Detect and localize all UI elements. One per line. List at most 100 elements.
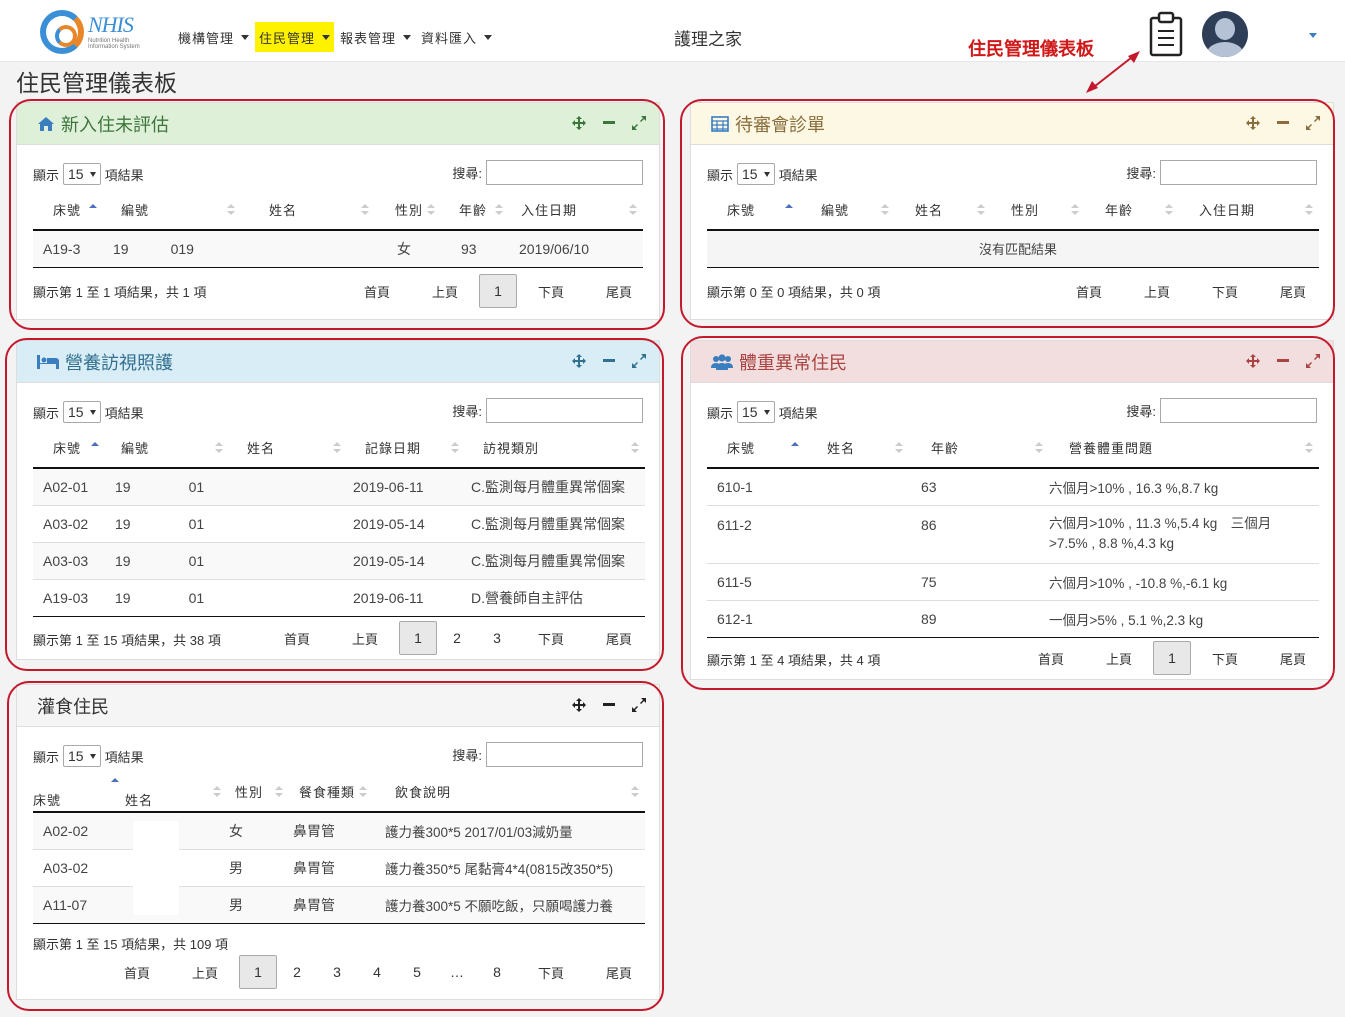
- page-prev[interactable]: 上頁: [1095, 641, 1143, 675]
- page-next[interactable]: 下頁: [527, 955, 575, 989]
- page-3[interactable]: 3: [477, 621, 517, 655]
- minimize-icon[interactable]: [1275, 353, 1291, 369]
- col-header-admit-date[interactable]: 入住日期: [1179, 190, 1319, 231]
- page-8[interactable]: 8: [477, 955, 517, 989]
- nhis-logo[interactable]: NHIS Nutrition Health Information System: [40, 10, 150, 56]
- table-row[interactable]: A02-02 女鼻胃管 護力養300*5 2017/01/03減奶量: [33, 812, 645, 850]
- expand-icon[interactable]: [1305, 353, 1321, 369]
- col-header-gender[interactable]: 性別: [991, 190, 1085, 231]
- minimize-icon[interactable]: [1275, 115, 1291, 131]
- col-header-bed[interactable]: 床號: [707, 428, 807, 469]
- user-menu-caret-icon[interactable]: [1309, 33, 1317, 38]
- col-header-age[interactable]: 年齡: [909, 428, 1049, 469]
- user-avatar[interactable]: [1202, 11, 1248, 57]
- table-row[interactable]: A11-07 男鼻胃管 護力養300*5 不願吃飯，只願喝護力養: [33, 886, 645, 924]
- page-first[interactable]: 首頁: [113, 955, 161, 989]
- table-row[interactable]: A03-02 19 01 2019-05-14 C.監測每月體重異常個案: [33, 505, 645, 543]
- col-header-bed[interactable]: 床號: [33, 428, 103, 469]
- page-last[interactable]: 尾頁: [1269, 274, 1317, 308]
- col-header-name[interactable]: 姓名: [807, 428, 909, 469]
- page-length-select[interactable]: 15: [63, 401, 101, 423]
- col-header-visit-type[interactable]: 訪視類別: [465, 428, 645, 469]
- page-length-select[interactable]: 15: [63, 163, 101, 185]
- page-first[interactable]: 首頁: [353, 274, 401, 308]
- page-prev[interactable]: 上頁: [341, 621, 389, 655]
- page-next[interactable]: 下頁: [1201, 274, 1249, 308]
- col-header-bed[interactable]: 床號: [707, 190, 801, 231]
- minimize-icon[interactable]: [601, 353, 617, 369]
- col-header-name[interactable]: 姓名: [229, 428, 347, 469]
- page-current[interactable]: 1: [478, 274, 517, 308]
- col-header-age[interactable]: 年齡: [441, 190, 509, 231]
- col-header-id[interactable]: 編號: [101, 190, 241, 231]
- page-length-select[interactable]: 15: [737, 163, 775, 185]
- page-next[interactable]: 下頁: [1201, 641, 1249, 675]
- search-input[interactable]: [486, 742, 643, 767]
- expand-icon[interactable]: [631, 697, 647, 713]
- page-2[interactable]: 2: [437, 621, 477, 655]
- page-current[interactable]: 1: [1152, 641, 1191, 675]
- col-header-name[interactable]: 姓名: [123, 772, 227, 813]
- col-header-gender[interactable]: 性別: [375, 190, 441, 231]
- page-prev[interactable]: 上頁: [1133, 274, 1181, 308]
- move-icon[interactable]: [571, 353, 587, 369]
- search-input[interactable]: [486, 398, 643, 423]
- page-next[interactable]: 下頁: [527, 274, 575, 308]
- expand-icon[interactable]: [631, 115, 647, 131]
- search-input[interactable]: [486, 160, 643, 185]
- table-row[interactable]: 610-1 63 六個月>10% , 16.3 %,8.7 kg: [707, 468, 1319, 506]
- move-icon[interactable]: [571, 697, 587, 713]
- clipboard-icon[interactable]: [1148, 11, 1184, 57]
- col-header-meal-type[interactable]: 餐食種類: [289, 772, 373, 813]
- col-header-name[interactable]: 姓名: [895, 190, 991, 231]
- search-input[interactable]: [1160, 398, 1317, 423]
- nav-institution-management[interactable]: 機構管理: [174, 22, 253, 52]
- page-current[interactable]: 1: [238, 955, 277, 989]
- page-prev[interactable]: 上頁: [181, 955, 229, 989]
- page-last[interactable]: 尾頁: [595, 274, 643, 308]
- col-header-weight-issue[interactable]: 營養體重問題: [1049, 428, 1319, 469]
- minimize-icon[interactable]: [601, 697, 617, 713]
- page-length-select[interactable]: 15: [63, 745, 101, 767]
- move-icon[interactable]: [571, 115, 587, 131]
- table-row[interactable]: 611-2 86 六個月>10% , 11.3 %,5.4 kg 三個月>7.5% …: [707, 505, 1319, 564]
- page-next[interactable]: 下頁: [527, 621, 575, 655]
- page-prev[interactable]: 上頁: [421, 274, 469, 308]
- table-row[interactable]: A03-03 19 01 2019-05-14 C.監測每月體重異常個案: [33, 542, 645, 580]
- minimize-icon[interactable]: [601, 115, 617, 131]
- page-first[interactable]: 首頁: [1027, 641, 1075, 675]
- search-input[interactable]: [1160, 160, 1317, 185]
- move-icon[interactable]: [1245, 353, 1261, 369]
- col-header-id[interactable]: 編號: [103, 428, 229, 469]
- page-length-select[interactable]: 15: [737, 401, 775, 423]
- page-last[interactable]: 尾頁: [595, 955, 643, 989]
- expand-icon[interactable]: [631, 353, 647, 369]
- table-row[interactable]: A19-3 19 019 女 93 2019/06/10: [33, 230, 643, 268]
- table-row[interactable]: A19-03 19 01 2019-06-11 D.營養師自主評估: [33, 579, 645, 617]
- col-header-bed[interactable]: 床號: [33, 190, 101, 231]
- page-last[interactable]: 尾頁: [1269, 641, 1317, 675]
- page-last[interactable]: 尾頁: [595, 621, 643, 655]
- nav-data-import[interactable]: 資料匯入: [417, 22, 496, 52]
- col-header-id[interactable]: 編號: [801, 190, 895, 231]
- page-first[interactable]: 首頁: [1065, 274, 1113, 308]
- col-header-gender[interactable]: 性別: [227, 772, 289, 813]
- expand-icon[interactable]: [1305, 115, 1321, 131]
- page-4[interactable]: 4: [357, 955, 397, 989]
- page-first[interactable]: 首頁: [273, 621, 321, 655]
- nav-resident-management[interactable]: 住民管理: [255, 22, 335, 52]
- table-row[interactable]: A02-01 19 01 2019-06-11 C.監測每月體重異常個案: [33, 468, 645, 506]
- col-header-diet-note[interactable]: 飲食說明: [373, 772, 645, 813]
- table-row[interactable]: 612-1 89 一個月>5% , 5.1 %,2.3 kg: [707, 600, 1319, 638]
- col-header-admit-date[interactable]: 入住日期: [509, 190, 643, 231]
- move-icon[interactable]: [1245, 115, 1261, 131]
- table-row[interactable]: A03-02 男鼻胃管 護力養350*5 尾黏膏4*4(0815改350*5): [33, 849, 645, 887]
- col-header-record-date[interactable]: 記錄日期: [347, 428, 465, 469]
- page-current[interactable]: 1: [398, 621, 437, 655]
- table-row[interactable]: 611-5 75 六個月>10% , -10.8 %,-6.1 kg: [707, 563, 1319, 601]
- nav-report-management[interactable]: 報表管理: [336, 22, 415, 52]
- col-header-name[interactable]: 姓名: [241, 190, 375, 231]
- col-header-bed[interactable]: 床號: [33, 772, 123, 813]
- page-3[interactable]: 3: [317, 955, 357, 989]
- col-header-age[interactable]: 年齡: [1085, 190, 1179, 231]
